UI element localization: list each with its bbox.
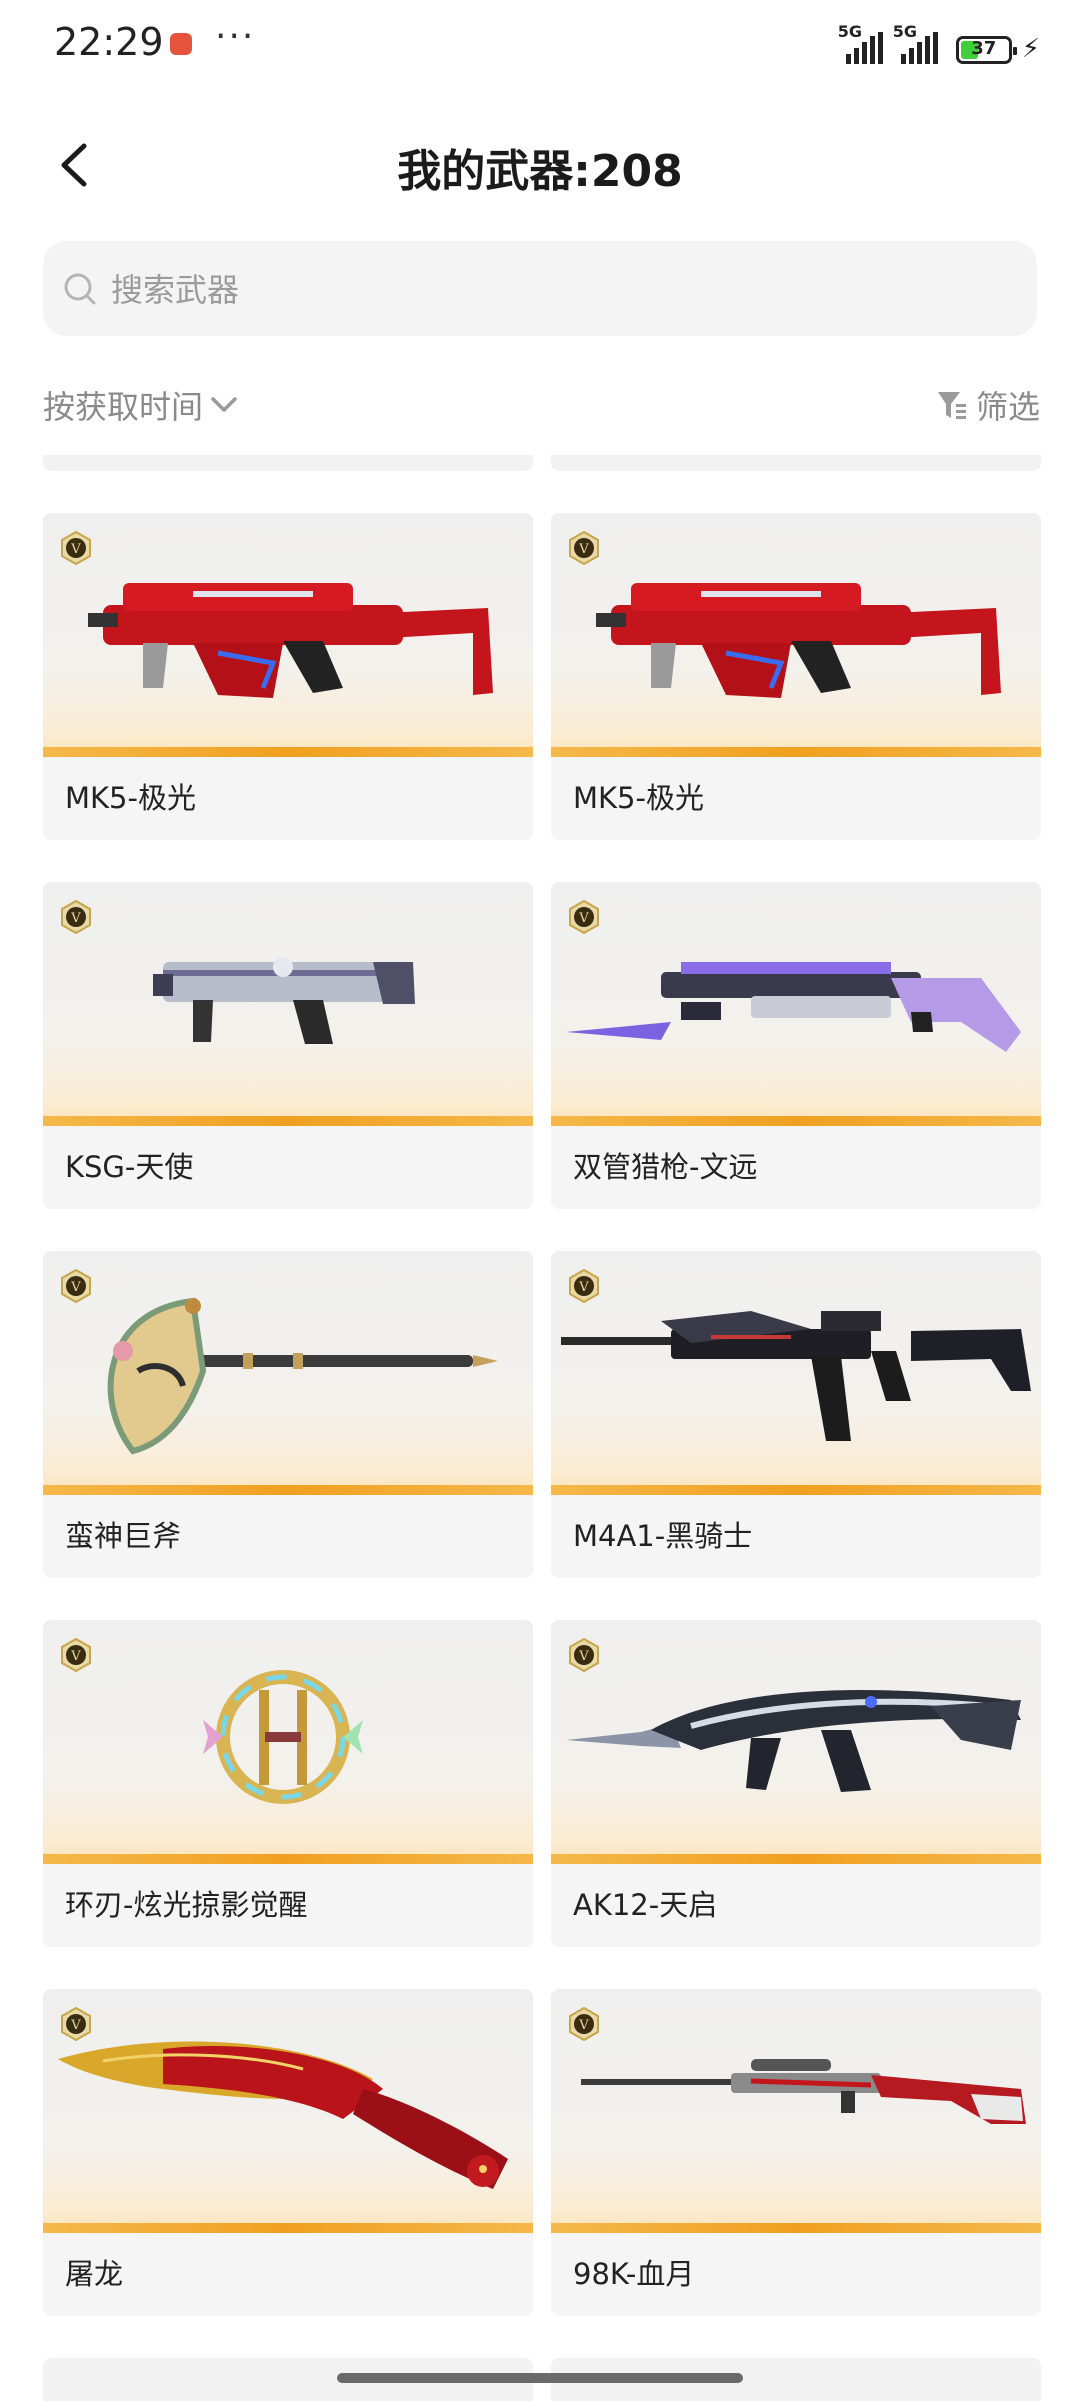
weapon-card[interactable]: V 屠龙 [43, 1989, 533, 2316]
rarity-stripe [43, 1854, 533, 1864]
weapon-name: M4A1-黑骑士 [573, 1519, 753, 1553]
svg-text:V: V [578, 1649, 589, 1664]
weapon-image [551, 1251, 1041, 1495]
svg-text:V: V [578, 911, 589, 926]
battery-icon: 37 [955, 36, 1017, 64]
app-notification-icon [170, 33, 192, 55]
signal-icon: 5G [893, 22, 938, 64]
svg-text:V: V [70, 2018, 81, 2033]
svg-text:V: V [578, 542, 589, 557]
weapon-image [551, 1989, 1041, 2233]
weapon-name: MK5-极光 [573, 781, 704, 815]
smg-red-icon [596, 583, 1001, 698]
weapon-image [43, 1620, 533, 1864]
svg-text:V: V [70, 542, 81, 557]
axe-icon [107, 1297, 498, 1455]
search-box[interactable] [43, 241, 1037, 338]
shotgun-silver-icon [153, 957, 415, 1044]
ring-blade-icon [203, 1670, 363, 1804]
weapon-name: 环刃-炫光掠影觉醒 [65, 1888, 308, 1922]
partial-card-top [551, 455, 1041, 471]
vip-badge-icon: V [569, 1638, 599, 1672]
vip-badge-icon: V [61, 2007, 91, 2041]
weapon-name: AK12-天启 [573, 1888, 718, 1922]
weapon-image [551, 882, 1041, 1126]
svg-text:V: V [70, 1280, 81, 1295]
weapon-image [43, 1989, 533, 2233]
status-indicators: 5G 5G 37 ⚡ [838, 22, 1040, 64]
rarity-stripe [551, 2223, 1041, 2233]
chevron-down-icon [211, 397, 237, 412]
signal-icon: 5G [838, 22, 883, 64]
vip-badge-icon: V [61, 900, 91, 934]
rarity-stripe [43, 1485, 533, 1495]
filter-button[interactable]: 筛选 [936, 380, 1040, 430]
search-icon [64, 273, 96, 305]
status-more-icon: ··· [215, 16, 256, 57]
vip-badge-icon: V [61, 531, 91, 565]
weapon-card[interactable]: V M4A1-黑骑士 [551, 1251, 1041, 1578]
search-input[interactable] [109, 241, 993, 338]
weapon-name: 双管猎枪-文远 [573, 1150, 758, 1184]
rarity-stripe [551, 747, 1041, 757]
rifle-chrome-icon [566, 1690, 1021, 1792]
vip-badge-icon: V [61, 1638, 91, 1672]
weapon-card[interactable]: V MK5-极光 [43, 513, 533, 840]
partial-card-top [43, 455, 533, 471]
weapon-name: 蛮神巨斧 [65, 1519, 182, 1553]
svg-text:V: V [70, 911, 81, 926]
weapon-card[interactable]: V AK12-天启 [551, 1620, 1041, 1947]
weapon-image [551, 1620, 1041, 1864]
smg-red-icon [88, 583, 493, 698]
sniper-red-icon [581, 2059, 1026, 2124]
page-title: 我的武器:208 [397, 146, 683, 197]
network-type-label: 5G [837, 22, 862, 41]
vip-badge-icon: V [569, 2007, 599, 2041]
network-type-label: 5G [892, 22, 917, 41]
status-time: 22:29 [54, 20, 164, 64]
rarity-stripe [551, 1116, 1041, 1126]
vip-badge-icon: V [569, 1269, 599, 1303]
weapon-name: 屠龙 [65, 2257, 124, 2291]
vip-badge-icon: V [569, 900, 599, 934]
weapon-card[interactable]: V 环刃-炫光掠影觉醒 [43, 1620, 533, 1947]
vip-badge-icon: V [569, 531, 599, 565]
weapon-name: MK5-极光 [65, 781, 196, 815]
dragon-blade-icon [58, 2041, 508, 2189]
weapon-card[interactable]: V 98K-血月 [551, 1989, 1041, 2316]
rarity-stripe [43, 2223, 533, 2233]
rifle-black-icon [561, 1311, 1031, 1441]
status-bar: 22:29 ··· 5G 5G 37 ⚡ [0, 0, 1080, 90]
svg-text:V: V [578, 2018, 589, 2033]
rarity-stripe [43, 1116, 533, 1126]
filter-label: 筛选 [975, 388, 1040, 426]
rarity-stripe [551, 1485, 1041, 1495]
weapon-card[interactable]: V MK5-极光 [551, 513, 1041, 840]
weapon-name: KSG-天使 [65, 1150, 194, 1184]
weapon-image [551, 513, 1041, 757]
sort-dropdown[interactable]: 按获取时间 [43, 380, 239, 430]
filter-icon [937, 392, 966, 419]
svg-text:V: V [70, 1649, 81, 1664]
rarity-stripe [43, 747, 533, 757]
weapon-image [43, 882, 533, 1126]
svg-text:V: V [578, 1280, 589, 1295]
shotgun-purple-icon [566, 962, 1021, 1052]
weapon-card[interactable]: V 双管猎枪-文远 [551, 882, 1041, 1209]
charging-icon: ⚡ [1021, 34, 1040, 64]
weapon-card[interactable]: V 蛮神巨斧 [43, 1251, 533, 1578]
battery-level: 37 [971, 38, 997, 59]
vip-badge-icon: V [61, 1269, 91, 1303]
rarity-stripe [551, 1854, 1041, 1864]
weapon-image [43, 1251, 533, 1495]
home-indicator[interactable] [337, 2373, 743, 2383]
weapon-name: 98K-血月 [573, 2257, 695, 2291]
weapon-image [43, 513, 533, 757]
sort-label: 按获取时间 [43, 388, 204, 426]
weapon-card[interactable]: V KSG-天使 [43, 882, 533, 1209]
